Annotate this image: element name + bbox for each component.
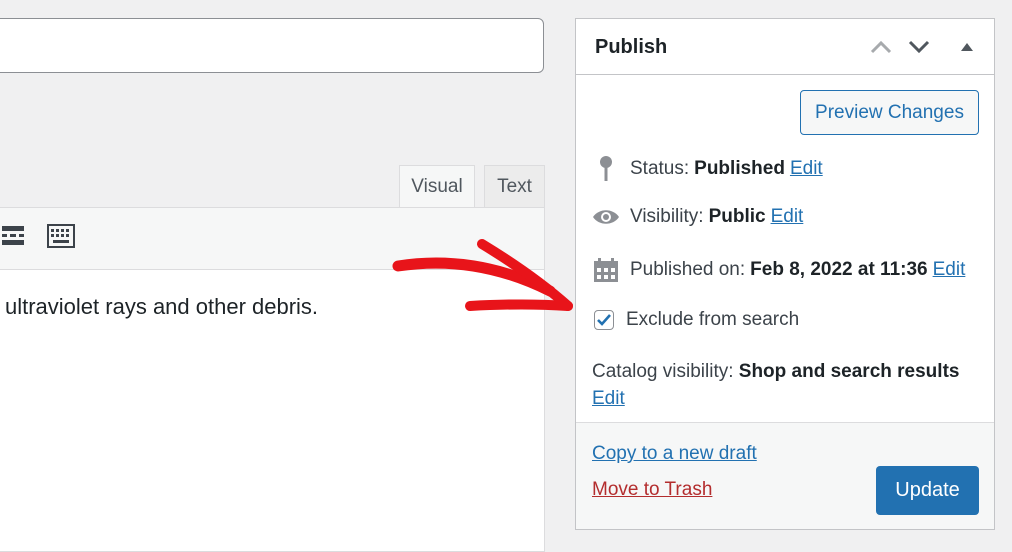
editor-content-text[interactable]: ultraviolet rays and other debris. xyxy=(5,294,318,320)
catalog-visibility-value: Shop and search results xyxy=(738,361,960,382)
copy-to-draft-link[interactable]: Copy to a new draft xyxy=(592,443,757,465)
move-to-trash-link[interactable]: Move to Trash xyxy=(592,479,712,501)
update-button[interactable]: Update xyxy=(876,466,979,515)
checkmark-icon xyxy=(597,314,611,326)
catalog-visibility: Catalog visibility: Shop and search resu… xyxy=(592,358,959,412)
published-on-row: Published on: Feb 8, 2022 at 11:36 Edit xyxy=(592,257,965,283)
tab-text[interactable]: Text xyxy=(484,165,545,207)
exclude-search-label: Exclude from search xyxy=(626,309,800,330)
status-value: Published xyxy=(694,158,785,179)
visibility-value: Public xyxy=(708,206,766,227)
visibility-edit-link[interactable]: Edit xyxy=(771,206,804,228)
publish-box-header: Publish xyxy=(576,19,994,75)
published-on-label: Published on: xyxy=(630,259,746,280)
exclude-search-row: Exclude from search xyxy=(594,309,799,331)
status-label: Status: xyxy=(630,158,690,179)
published-on-value: Feb 8, 2022 at 11:36 xyxy=(750,259,928,280)
catalog-visibility-edit-link[interactable]: Edit xyxy=(592,388,625,409)
preview-changes-button[interactable]: Preview Changes xyxy=(800,90,979,135)
publish-box: Publish Preview Changes Status: Publishe… xyxy=(575,18,995,530)
visibility-label: Visibility: xyxy=(630,206,704,227)
tab-visual[interactable]: Visual xyxy=(399,165,475,207)
catalog-visibility-label: Catalog visibility: xyxy=(592,361,734,382)
toolbar-toggle-icon[interactable] xyxy=(47,224,75,253)
insert-more-icon[interactable] xyxy=(2,224,26,251)
move-down-icon[interactable] xyxy=(907,37,931,57)
exclude-search-checkbox[interactable] xyxy=(594,310,614,330)
calendar-icon xyxy=(592,257,620,283)
status-edit-link[interactable]: Edit xyxy=(790,158,823,180)
publish-box-footer: Copy to a new draft Move to Trash Update xyxy=(576,422,994,529)
move-up-icon[interactable] xyxy=(869,37,893,57)
pin-icon xyxy=(592,155,620,183)
post-title-input[interactable] xyxy=(0,18,544,73)
publish-box-title: Publish xyxy=(595,36,668,58)
eye-icon xyxy=(592,207,620,227)
collapse-toggle-icon[interactable] xyxy=(957,37,981,57)
published-on-edit-link[interactable]: Edit xyxy=(933,259,966,281)
status-row: Status: Published Edit xyxy=(592,155,823,183)
visibility-row: Visibility: Public Edit xyxy=(592,206,803,228)
annotation-arrow-icon xyxy=(392,239,573,311)
